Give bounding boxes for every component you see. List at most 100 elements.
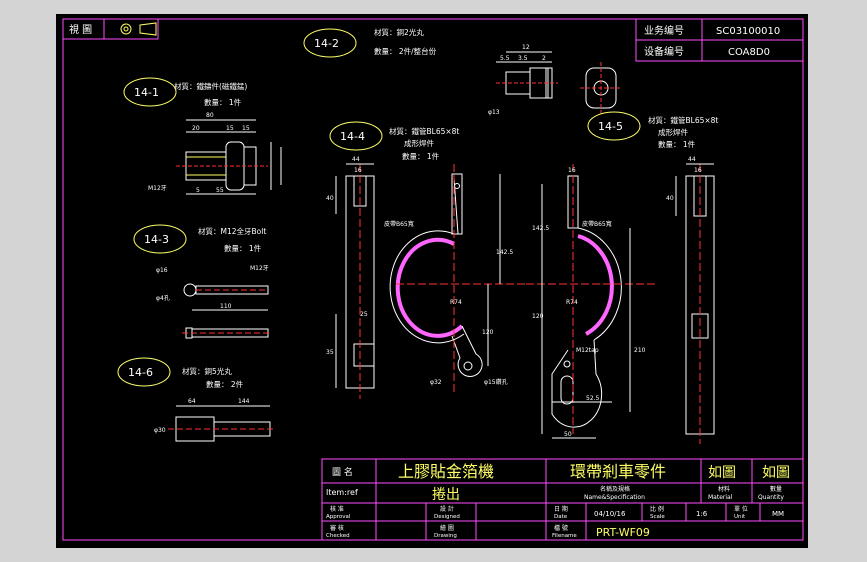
balloon-14-2-label: 14-2 [314,37,339,50]
date-label: 日 期 [554,505,568,513]
part-14-5-ring [526,164,656,434]
part-name-sub-en: Name&Specification [584,494,645,501]
part-14-2-end-view [580,62,622,114]
p1-c-dim: 15 [242,125,250,132]
p5-h1-dim: 142.5 [532,225,549,232]
part-14-4-ring [389,164,526,394]
p6-a-dim: 64 [188,398,196,405]
p5s-b-dim: 40 [666,195,674,202]
design-label-en: Designed [434,514,460,520]
check-label: 審 核 [330,524,344,532]
part-14-6-material: 材質：銅5光丸 [182,366,232,376]
p4-ring-dimlines [487,174,501,366]
balloon-14-5-label: 14-5 [598,120,623,133]
part-name-sub: 名稱及規格 [600,485,630,493]
balloon-14-3-label: 14-3 [144,233,169,246]
part-14-4-side-arm [345,164,375,399]
balloon-14-4-label: 14-4 [340,130,365,143]
part-14-2-material: 材質：銅2光丸 [374,27,424,37]
p4-h1-dim: 142.5 [496,249,513,256]
p5-b-dim: 50 [564,431,572,438]
draw-label-en: Drawing [434,533,457,539]
p5-belt-note: 皮帶B65寬 [582,220,612,228]
balloon-14-1-label: 14-1 [134,86,159,99]
p1-a-dim: 20 [192,125,200,132]
part-14-2-qty: 數量： 2件/整台份 [374,46,437,56]
file-label-en: Filename [552,533,577,539]
part-14-5-process: 成形焊件 [658,127,688,137]
p3-thread-dim: M12牙 [250,265,269,272]
drawing-sheet: 視 圖 业务编号 SC03100010 设备编号 COA8D0 14-2 材質：… [56,14,808,548]
quantity-label-en: Quantity [758,494,784,501]
part-14-3-bolt-side [182,327,272,339]
p2-a-dim: 5.5 [500,55,510,62]
p2-c-dim: 2 [542,55,546,62]
p5-a-dim: 52.5 [586,395,600,402]
p4-side-dimlines [335,163,374,388]
p6-b-dim: 144 [238,398,250,405]
design-label: 設 計 [440,505,454,513]
p4-belt-note: 皮帶B65寬 [384,220,414,228]
p5-tap-dim: M12tap [576,347,599,354]
p1-b-dim: 15 [226,125,234,132]
p5-r-dim: R74 [566,299,578,306]
projection-icon [120,22,157,36]
p1-thread-dim: M12牙 [148,185,167,192]
p2-dia-dim: φ13 [488,109,500,116]
file-label: 檔 號 [554,524,568,532]
p4-w-dim: 44 [352,156,360,163]
p1-e-dim: 55 [216,187,224,194]
part-14-4-process: 成形焊件 [404,138,434,148]
part-14-3-bolt-top [183,283,269,297]
p1-total-dim: 80 [206,112,214,119]
view-label: 視 圖 [69,23,92,36]
p4-hole-dim: φ15鑽孔 [484,378,508,386]
material-label-en: Material [708,494,733,501]
title-item-label: Item:ref [326,488,358,497]
p4-h2-dim: 120 [482,329,494,336]
material-value: 如圖 [708,465,736,481]
scale-label: 比 例 [650,505,664,513]
p5-h2-dim: 120 [532,313,544,320]
machine-title: 上膠貼金箔機 [398,462,494,481]
business-no-label: 业务编号 [644,24,684,37]
business-no-value: SC03100010 [716,26,780,37]
part-14-1-material: 材質：鐵鑄件(磁鐵錳) [174,81,247,91]
p5-w-dim: 16 [568,167,576,174]
scale-label-en: Scale [650,514,665,520]
part-14-5-side-arm [675,163,715,444]
part-14-5-material: 材質：鐵管BL65×8t [648,115,718,125]
p3-len-dim: 110 [220,303,232,310]
check-label-en: Checked [326,533,350,539]
part-name: 環帶剎車零件 [570,462,666,481]
equipment-no-value: COA8D0 [728,47,770,58]
balloon-14-6-label: 14-6 [128,366,153,379]
unit-label: 單 位 [734,505,748,513]
p4-a-dim: 16 [354,167,362,174]
p6-dia-dim: φ30 [154,427,166,434]
approval-label-en: Approval [326,514,351,520]
p3-hole-dim: φ4孔 [156,294,170,302]
p2-top-dim: 12 [522,44,530,51]
part-14-6-pin [168,405,276,442]
p5s-w-dim: 44 [688,156,696,163]
part-14-3-material: 材質：M12全牙Bolt [198,226,266,236]
machine-subtitle: 捲出 [432,487,460,503]
equipment-no-label: 设备编号 [644,45,684,58]
material-label: 材料 [718,485,730,493]
file-value: PRT-WF09 [596,526,650,539]
quantity-value: 如圖 [762,465,790,481]
part-14-6-qty: 數量： 2件 [206,379,244,389]
part-14-1-sleeve [176,141,268,191]
approval-label: 核 准 [330,505,344,513]
p4-hole2-dim: φ32 [430,379,442,386]
date-label-en: Date [554,514,568,520]
p1-d-dim: 5 [196,187,200,194]
p4-b-dim: 40 [326,195,334,202]
part-14-3-qty: 數量： 1件 [224,243,262,253]
quantity-label: 數量 [770,485,782,493]
part-14-4-qty: 數量： 1件 [402,151,440,161]
unit-value: MM [772,510,784,518]
p2-b-dim: 3.5 [518,55,528,62]
scale-value: 1:6 [696,510,708,518]
